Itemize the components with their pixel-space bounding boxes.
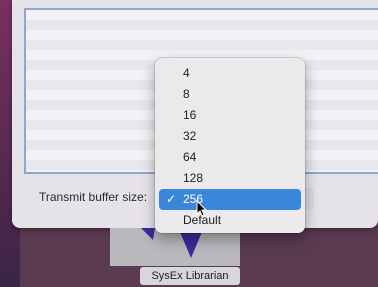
menu-item-default[interactable]: Default <box>159 210 301 231</box>
menu-item-8[interactable]: 8 <box>159 84 301 105</box>
menu-item-64[interactable]: 64 <box>159 147 301 168</box>
buffer-size-menu: 4 8 16 32 64 128 ✓ 256 Default <box>155 58 305 233</box>
menu-item-label: 4 <box>183 66 190 80</box>
app-icon-backdrop <box>110 228 240 266</box>
menu-item-label: 32 <box>183 129 197 143</box>
mouse-pointer-icon <box>196 200 208 217</box>
menu-item-16[interactable]: 16 <box>159 105 301 126</box>
menu-item-4[interactable]: 4 <box>159 63 301 84</box>
menu-item-label: 8 <box>183 87 190 101</box>
menu-item-256[interactable]: ✓ 256 <box>159 189 301 210</box>
menu-item-32[interactable]: 32 <box>159 126 301 147</box>
menu-item-label: 16 <box>183 108 197 122</box>
dock-app-label[interactable]: SysEx Librarian <box>140 267 240 285</box>
app-name-label: SysEx Librarian <box>151 270 229 282</box>
menu-item-128[interactable]: 128 <box>159 168 301 189</box>
menu-item-label: 128 <box>183 171 204 185</box>
app-icon-left-triangle <box>141 228 155 240</box>
transmit-buffer-label: Transmit buffer size: <box>39 190 148 204</box>
app-icon-triangle <box>180 232 202 258</box>
menu-item-label: 64 <box>183 150 197 164</box>
checkmark-icon: ✓ <box>166 192 177 206</box>
